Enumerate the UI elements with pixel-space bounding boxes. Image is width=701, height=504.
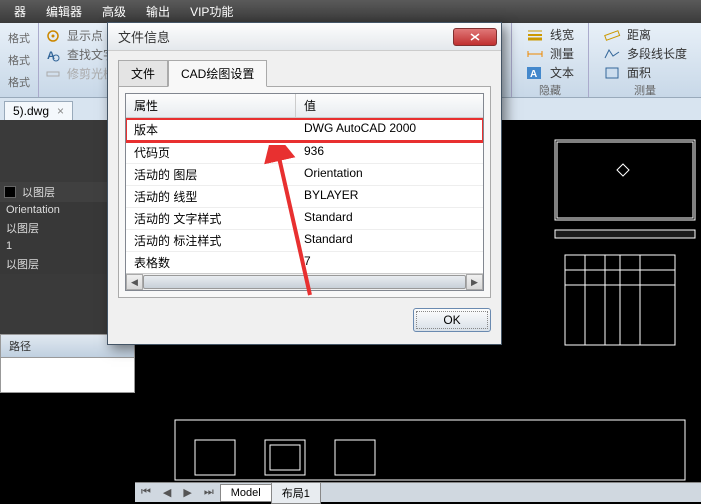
file-tab-name: 5).dwg xyxy=(13,104,49,118)
tab-file[interactable]: 文件 xyxy=(118,60,168,87)
dialog-body: 文件 CAD绘图设置 属性 值 版本DWG AutoCAD 2000代码页936… xyxy=(108,51,501,344)
property-row[interactable]: 活动的 线型BYLAYER xyxy=(126,186,483,208)
linewidth-icon xyxy=(526,27,544,43)
trim-light-button[interactable]: 修剪光栅 xyxy=(45,65,115,82)
property-value: BYLAYER xyxy=(296,186,366,207)
close-icon[interactable]: × xyxy=(57,104,64,118)
tab-model[interactable]: Model xyxy=(220,484,272,502)
linewidth-label: 线宽 xyxy=(550,26,574,43)
menu-item[interactable]: 器 xyxy=(4,3,36,20)
dialog-footer: OK xyxy=(118,298,491,332)
ribbon-right: 线宽 测量 A 文本 隐藏 距离 多段线长度 面积 xyxy=(511,23,701,97)
scroll-left-arrow[interactable]: ◀ xyxy=(126,274,143,290)
menu-item[interactable]: 高级 xyxy=(92,3,136,20)
format-label: 格式 xyxy=(8,52,30,68)
property-row[interactable]: 活动的 标注样式Standard xyxy=(126,230,483,252)
area-label: 面积 xyxy=(627,64,651,81)
property-row[interactable]: 活动的 文字样式Standard xyxy=(126,208,483,230)
property-value: 7 xyxy=(296,252,319,273)
distance-label: 距离 xyxy=(627,26,651,43)
linewidth-button[interactable]: 线宽 xyxy=(522,25,578,44)
menubar: 器 编辑器 高级 输出 VIP功能 xyxy=(0,0,701,23)
scroll-right-arrow[interactable]: ▶ xyxy=(466,274,483,290)
property-value: 936 xyxy=(296,142,332,163)
display-points-button[interactable]: 显示点 xyxy=(45,27,115,44)
property-table-body[interactable]: 版本DWG AutoCAD 2000代码页936活动的 图层Orientatio… xyxy=(126,118,483,273)
tab-cad-settings[interactable]: CAD绘图设置 xyxy=(168,60,267,87)
col-property: 属性 xyxy=(126,94,296,117)
group-label-measure: 测量 xyxy=(599,82,691,98)
property-key: 代码页 xyxy=(126,142,296,163)
svg-text:A: A xyxy=(530,69,537,80)
property-value: Standard xyxy=(296,208,361,229)
text-label: 文本 xyxy=(550,64,574,81)
polyline-len-icon xyxy=(603,46,621,62)
file-tab[interactable]: 5).dwg × xyxy=(4,101,73,120)
ribbon-format-group: 格式 格式 格式 xyxy=(0,23,39,97)
property-value: Orientation xyxy=(296,164,371,185)
polyline-length-button[interactable]: 多段线长度 xyxy=(599,44,691,63)
scroll-thumb[interactable] xyxy=(143,275,466,289)
measure-label: 测量 xyxy=(550,45,574,62)
close-x-icon xyxy=(470,33,480,41)
tab-layout1[interactable]: 布局1 xyxy=(271,482,321,504)
horizontal-scrollbar[interactable]: ◀ ▶ xyxy=(126,273,483,290)
format-label: 格式 xyxy=(8,74,30,90)
property-value: Standard xyxy=(296,230,361,251)
area-icon xyxy=(603,65,621,81)
text-icon: A xyxy=(526,65,544,81)
property-key: 活动的 文字样式 xyxy=(126,208,296,229)
bottom-tabs: ⏮ ◀ ▶ ⏭ Model 布局1 xyxy=(135,482,701,502)
display-points-icon xyxy=(45,28,61,44)
menu-item[interactable]: 输出 xyxy=(136,3,180,20)
ok-button[interactable]: OK xyxy=(413,308,491,332)
property-row[interactable]: 版本DWG AutoCAD 2000 xyxy=(126,119,483,141)
property-row[interactable]: 活动的 图层Orientation xyxy=(126,164,483,186)
dialog-close-button[interactable] xyxy=(453,28,497,46)
col-value: 值 xyxy=(296,94,324,117)
dialog-tabs: 文件 CAD绘图设置 xyxy=(118,59,491,86)
distance-icon xyxy=(603,27,621,43)
measure-icon xyxy=(526,46,544,62)
find-text-button[interactable]: A 查找文字 xyxy=(45,46,115,63)
dialog-titlebar[interactable]: 文件信息 xyxy=(108,23,501,51)
dialog-title: 文件信息 xyxy=(118,27,453,46)
trim-light-icon xyxy=(45,66,61,82)
group-label-hide: 隐藏 xyxy=(522,82,578,98)
menu-item[interactable]: VIP功能 xyxy=(180,3,243,20)
layer-label: 以图层 xyxy=(22,184,55,200)
property-row[interactable]: 代码页936 xyxy=(126,142,483,164)
property-table: 属性 值 版本DWG AutoCAD 2000代码页936活动的 图层Orien… xyxy=(125,93,484,291)
property-key: 活动的 标注样式 xyxy=(126,230,296,251)
property-key: 活动的 线型 xyxy=(126,186,296,207)
find-text-icon: A xyxy=(45,47,61,63)
ribbon-group-hide: 线宽 测量 A 文本 隐藏 xyxy=(511,23,588,97)
polyline-length-label: 多段线长度 xyxy=(627,45,687,62)
tab-nav-first[interactable]: ⏮ xyxy=(135,486,157,499)
dialog-tab-content: 属性 值 版本DWG AutoCAD 2000代码页936活动的 图层Orien… xyxy=(118,86,491,298)
property-row[interactable]: 表格数7 xyxy=(126,252,483,273)
property-key: 表格数 xyxy=(126,252,296,273)
distance-button[interactable]: 距离 xyxy=(599,25,691,44)
color-swatch xyxy=(4,186,16,198)
text-button[interactable]: A 文本 xyxy=(522,63,578,82)
tab-nav-next[interactable]: ▶ xyxy=(177,486,197,499)
property-key: 版本 xyxy=(126,119,296,140)
property-table-header: 属性 值 xyxy=(126,94,483,118)
ribbon-group-measure: 距离 多段线长度 面积 测量 xyxy=(588,23,701,97)
menu-item[interactable]: 编辑器 xyxy=(36,3,92,20)
tab-nav-prev[interactable]: ◀ xyxy=(157,486,177,499)
display-points-label: 显示点 xyxy=(67,27,103,44)
tab-nav-last[interactable]: ⏭ xyxy=(198,486,220,499)
property-key: 活动的 图层 xyxy=(126,164,296,185)
property-value: DWG AutoCAD 2000 xyxy=(296,119,424,140)
path-body[interactable] xyxy=(1,358,134,392)
format-label: 格式 xyxy=(8,30,30,46)
file-info-dialog: 文件信息 文件 CAD绘图设置 属性 值 版本DWG AutoCAD 2000代… xyxy=(107,22,502,345)
measure-button[interactable]: 测量 xyxy=(522,44,578,63)
area-button[interactable]: 面积 xyxy=(599,63,691,82)
